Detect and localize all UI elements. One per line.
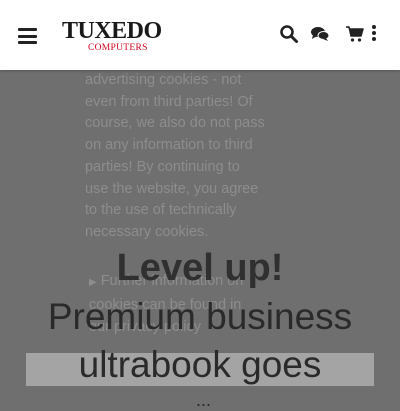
chat-icon[interactable] bbox=[310, 24, 330, 44]
logo-wordmark: TUXEDO bbox=[62, 18, 162, 44]
search-icon[interactable] bbox=[279, 24, 299, 44]
menu-icon[interactable] bbox=[18, 28, 37, 44]
header-actions bbox=[279, 24, 379, 46]
hero-subtitle-line-3: ... bbox=[196, 390, 212, 410]
cookie-notice-text: advertising cookies - not even from thir… bbox=[85, 72, 265, 240]
hero-title: Level up! bbox=[116, 247, 284, 289]
logo-subtitle: COMPUTERS bbox=[88, 43, 148, 53]
hero-subtitle-line-2: ultrabook goes bbox=[78, 344, 322, 385]
cookie-notice: advertising cookies - not even from thir… bbox=[85, 70, 265, 335]
hero-subtitle: Premium business ultrabook goes bbox=[20, 293, 380, 389]
hero-subtitle-line-1: Premium business bbox=[47, 296, 353, 337]
more-vertical-icon[interactable] bbox=[371, 24, 377, 44]
site-header: TUXEDO COMPUTERS bbox=[0, 0, 400, 70]
logo[interactable]: TUXEDO COMPUTERS bbox=[60, 18, 162, 54]
cart-icon[interactable] bbox=[345, 24, 365, 44]
